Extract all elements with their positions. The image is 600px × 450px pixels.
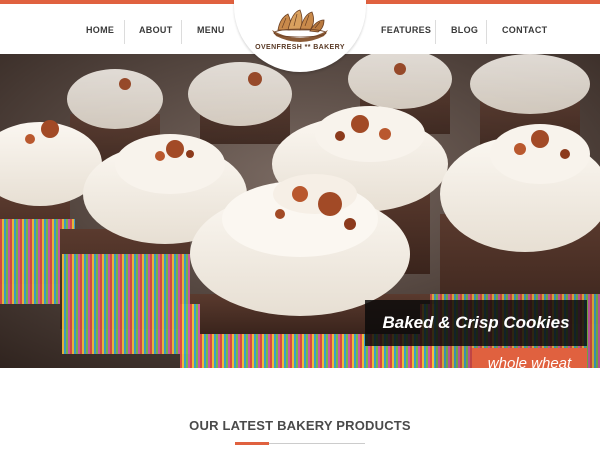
nav-divider — [181, 20, 182, 44]
slide-caption-title: Baked & Crisp Cookies — [365, 300, 587, 346]
bread-basket-icon — [272, 9, 328, 42]
nav-menu[interactable]: MENU — [197, 25, 225, 35]
section-title: OUR LATEST BAKERY PRODUCTS — [189, 418, 411, 433]
logo-text: OVENFRESH ** BAKERY — [255, 44, 345, 51]
title-accent-bar — [235, 442, 269, 445]
nav-divider — [124, 20, 125, 44]
nav-home[interactable]: HOME — [86, 25, 114, 35]
nav-blog[interactable]: BLOG — [451, 25, 478, 35]
nav-features[interactable]: FEATURES — [381, 25, 431, 35]
nav-divider — [435, 20, 436, 44]
hero-slider[interactable]: Baked & Crisp Cookies whole wheat — [0, 54, 600, 368]
nav-divider — [486, 20, 487, 44]
nav-contact[interactable]: CONTACT — [502, 25, 547, 35]
slide-caption-subtitle: whole wheat — [472, 348, 587, 368]
nav-about[interactable]: ABOUT — [139, 25, 173, 35]
